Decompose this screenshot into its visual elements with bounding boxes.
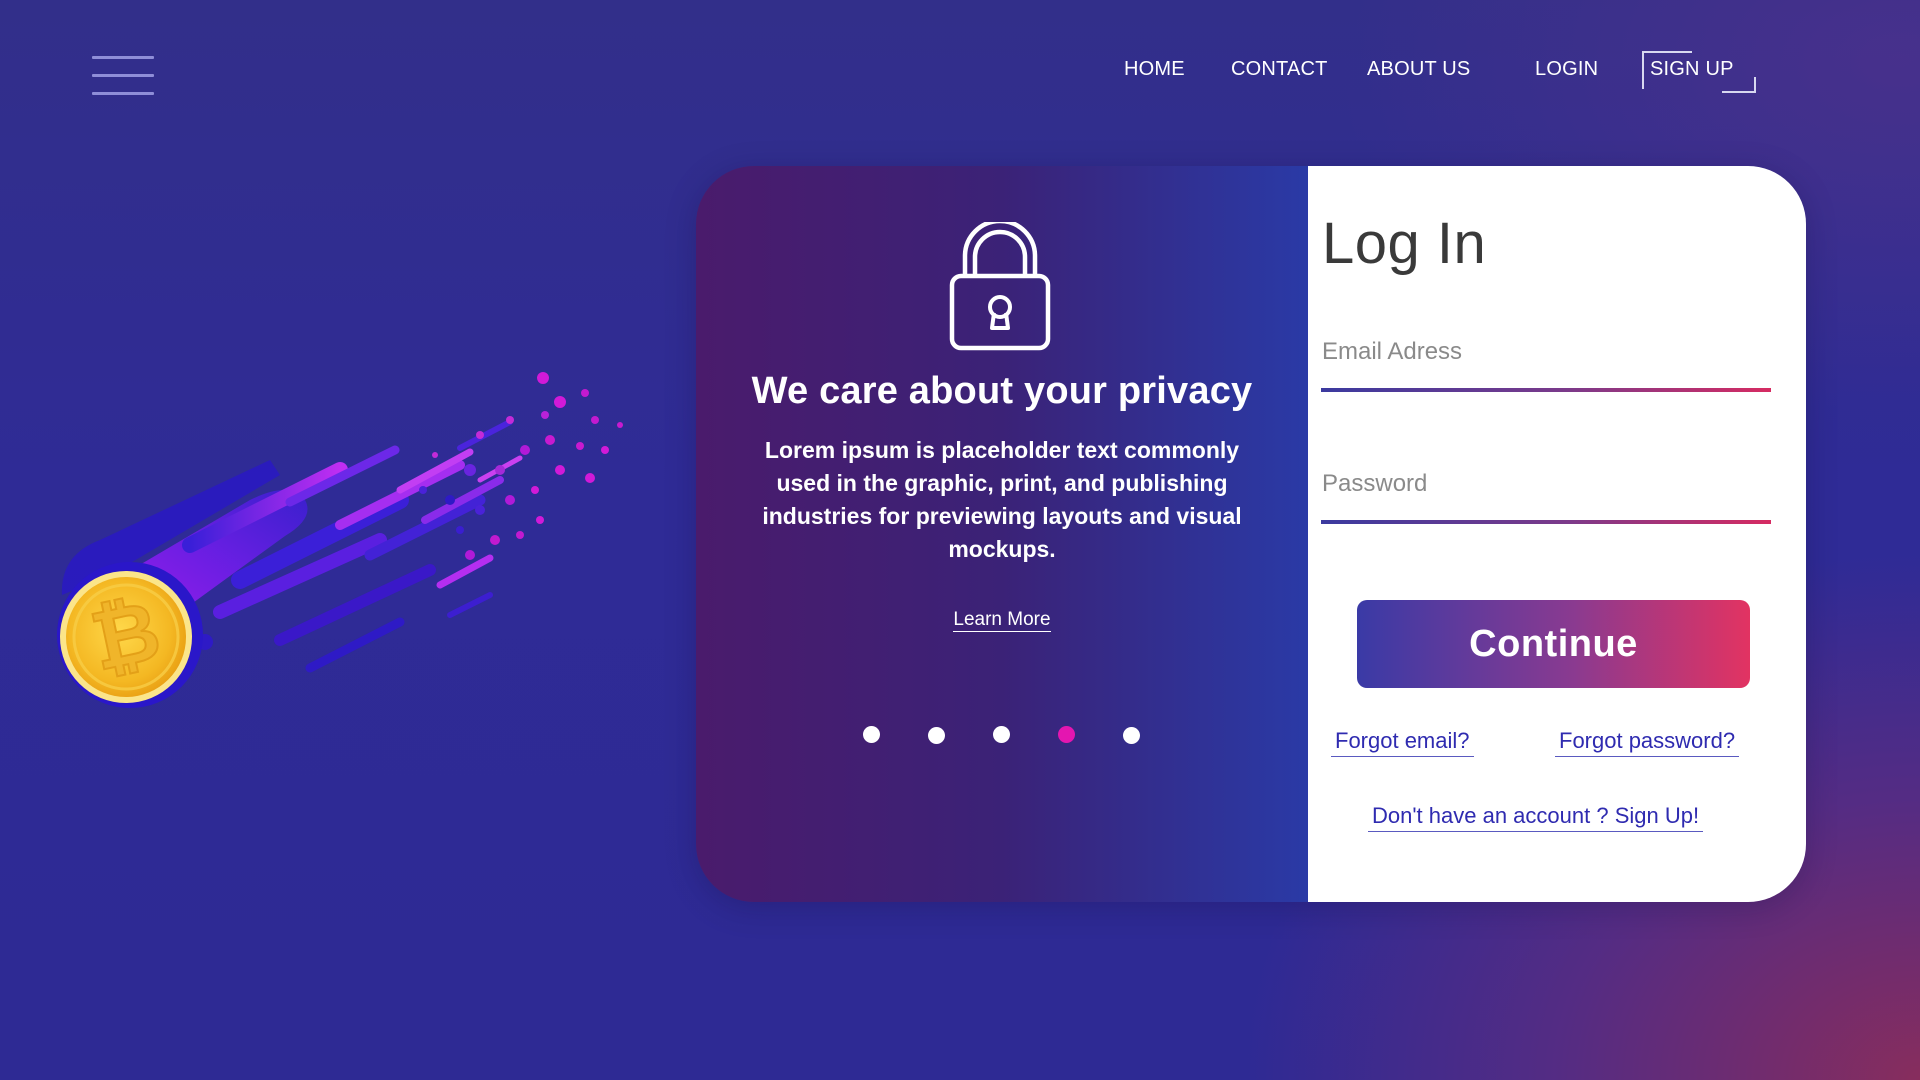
menu-line <box>92 92 154 95</box>
email-underline <box>1321 388 1771 392</box>
learn-more-link[interactable]: Learn More <box>953 609 1051 632</box>
carousel-dot[interactable] <box>993 726 1010 743</box>
nav-login-link[interactable]: LOGIN <box>1535 58 1598 81</box>
carousel-pagination <box>696 726 1308 746</box>
password-input[interactable] <box>1321 464 1772 504</box>
carousel-dot-active[interactable] <box>1058 726 1075 743</box>
carousel-dot[interactable] <box>1123 727 1140 744</box>
privacy-description: Lorem ipsum is placeholder text commonly… <box>762 437 1242 562</box>
nav-contact-link[interactable]: CONTACT <box>1231 58 1328 81</box>
top-navigation: HOME CONTACT ABOUT US LOGIN SIGN UP <box>0 51 1920 93</box>
continue-button[interactable]: Continue <box>1357 600 1750 688</box>
padlock-icon <box>949 222 1051 351</box>
email-field <box>1321 332 1772 392</box>
learn-more-wrapper: Learn More <box>696 609 1308 632</box>
privacy-panel: We care about your privacy Lorem ipsum i… <box>696 166 1308 902</box>
password-underline <box>1321 520 1771 524</box>
privacy-heading: We care about your privacy <box>751 370 1253 412</box>
sign-up-link[interactable]: Don't have an account ? Sign Up! <box>1368 803 1704 832</box>
email-input[interactable] <box>1321 332 1772 372</box>
login-form-panel: Log In Continue Forgot email? Forgot pas… <box>1308 166 1806 902</box>
forgot-email-link[interactable]: Forgot email? <box>1331 728 1474 757</box>
login-card: We care about your privacy Lorem ipsum i… <box>696 166 1806 902</box>
nav-about-us-link[interactable]: ABOUT US <box>1367 58 1470 81</box>
login-heading: Log In <box>1322 211 1487 276</box>
bitcoin-coin-icon: ₿ <box>57 372 623 708</box>
carousel-dot[interactable] <box>863 726 880 743</box>
forgot-password-link[interactable]: Forgot password? <box>1555 728 1740 757</box>
sign-up-frame-corner <box>1642 51 1692 89</box>
carousel-dot[interactable] <box>928 727 945 744</box>
nav-home-link[interactable]: HOME <box>1124 58 1185 81</box>
sign-up-frame-corner <box>1721 77 1756 93</box>
nav-sign-up-button[interactable]: SIGN UP <box>1642 51 1756 93</box>
password-field <box>1321 464 1772 524</box>
